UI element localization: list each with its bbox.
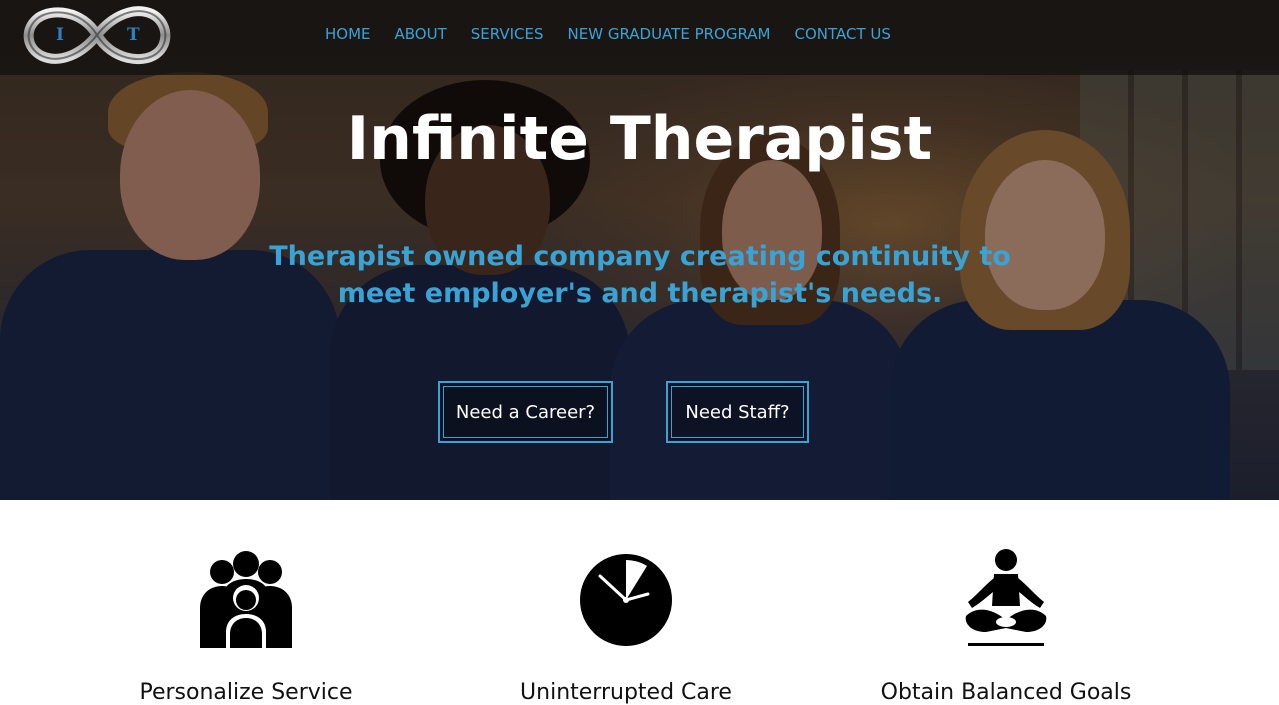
infinity-icon [23, 6, 171, 65]
logo-letter-t: T [127, 25, 140, 45]
feature-uninterrupted-care: Uninterrupted Care [476, 548, 776, 705]
need-staff-button[interactable]: Need Staff? [666, 381, 809, 443]
nav-about[interactable]: ABOUT [395, 24, 447, 44]
feature-balanced-goals: Obtain Balanced Goals [856, 548, 1156, 705]
feature-title-uninterrupted: Uninterrupted Care [520, 680, 732, 705]
nav-new-graduate-program[interactable]: NEW GRADUATE PROGRAM [568, 24, 771, 44]
feature-personalize-service: Personalize Service [96, 548, 396, 705]
nav-home[interactable]: HOME [325, 24, 371, 44]
nav-contact-us[interactable]: CONTACT US [794, 24, 890, 44]
need-staff-label: Need Staff? [685, 401, 790, 423]
need-career-label: Need a Career? [455, 401, 596, 423]
meditation-icon [965, 549, 1047, 646]
group-icon [200, 551, 292, 648]
hero-title: Infinite Therapist [346, 104, 933, 174]
infinity-logo[interactable]: I T [22, 2, 172, 68]
top-navbar: I T HOME ABOUT SERVICES NEW GRADUATE PRO… [0, 0, 1279, 75]
feature-title-balanced: Obtain Balanced Goals [880, 680, 1132, 705]
nav-services[interactable]: SERVICES [471, 24, 544, 44]
need-career-button[interactable]: Need a Career? [438, 381, 613, 443]
logo-letter-i: I [56, 25, 64, 45]
clock-icon [580, 554, 672, 646]
feature-title-personalize: Personalize Service [139, 680, 353, 705]
hero-tagline: Therapist owned company creating continu… [269, 241, 1011, 309]
main-nav: HOME ABOUT SERVICES NEW GRADUATE PROGRAM… [325, 24, 915, 44]
